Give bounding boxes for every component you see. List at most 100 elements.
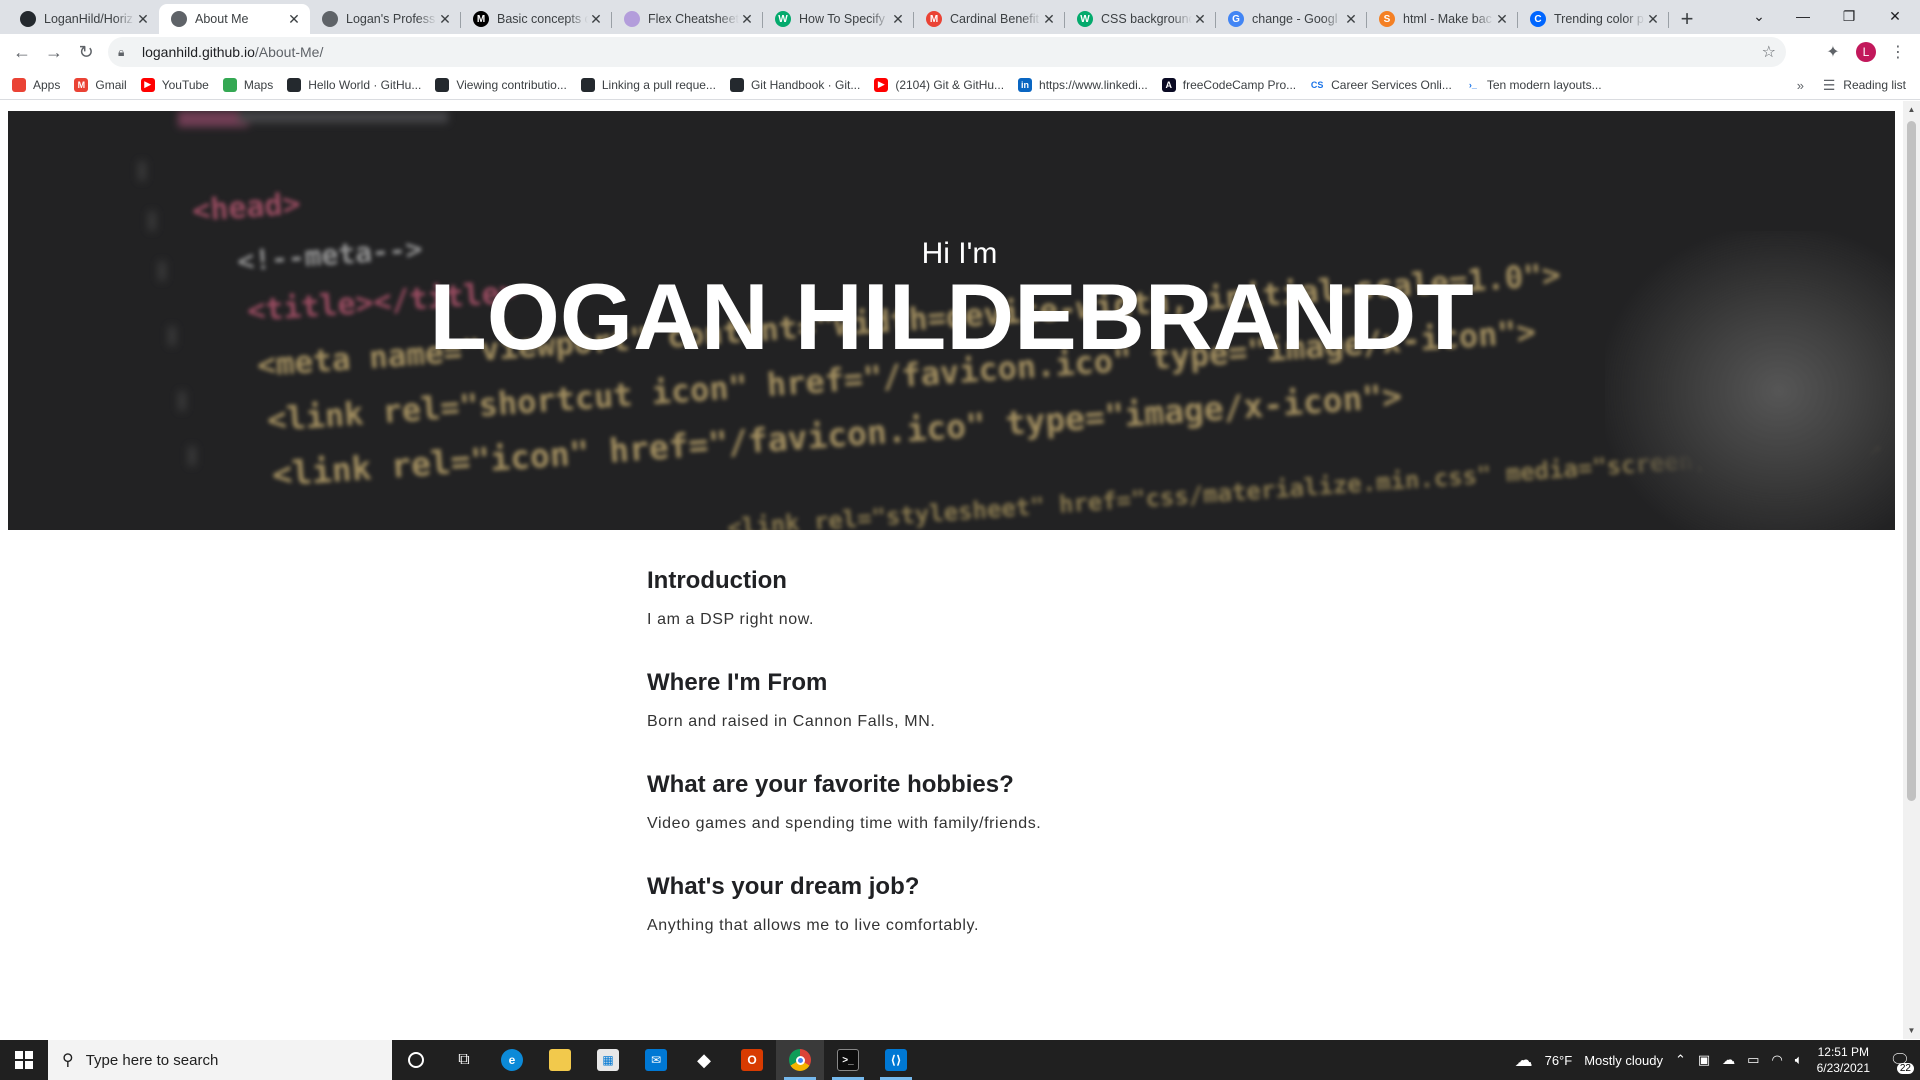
office-icon[interactable]: O bbox=[728, 1040, 776, 1080]
cortana-icon[interactable] bbox=[392, 1040, 440, 1080]
forward-arrow-icon[interactable]: → bbox=[38, 36, 70, 68]
bookmark-label: YouTube bbox=[161, 77, 209, 92]
restore-button[interactable]: ❐ bbox=[1826, 0, 1872, 32]
alienware-icon[interactable]: ◆ bbox=[680, 1040, 728, 1080]
tab-6[interactable]: W How To Specify ✕ bbox=[763, 4, 914, 34]
volume-icon[interactable]: 🔈︎ bbox=[1795, 1052, 1803, 1068]
file-explorer-icon[interactable] bbox=[536, 1040, 584, 1080]
about-content: Introduction I am a DSP right now. Where I… bbox=[647, 567, 1287, 975]
tab-close-icon[interactable]: ✕ bbox=[437, 11, 453, 28]
minimize-button[interactable]: — bbox=[1780, 0, 1826, 32]
profile-avatar[interactable]: L bbox=[1850, 36, 1882, 68]
section-heading: What's your dream job? bbox=[647, 873, 920, 900]
w3-icon: W bbox=[775, 11, 791, 27]
bookmark-item[interactable]: Apps bbox=[12, 77, 60, 92]
chrome-icon[interactable] bbox=[776, 1040, 824, 1080]
bookmark-item[interactable]: ▶ (2104) Git & GitHu... bbox=[874, 77, 1005, 92]
bookmark-item[interactable]: in https://www.linkedi... bbox=[1018, 77, 1148, 92]
wifi-icon[interactable]: ◠ bbox=[1771, 1052, 1782, 1068]
bookmark-item[interactable]: M Gmail bbox=[74, 77, 127, 92]
tab-close-icon[interactable]: ✕ bbox=[739, 11, 755, 28]
menu-kebab-icon[interactable]: ⋮ bbox=[1882, 36, 1914, 68]
scrollbar-thumb[interactable] bbox=[1907, 121, 1916, 801]
github-icon bbox=[20, 11, 36, 27]
bookmark-item[interactable]: Git Handbook · Git... bbox=[729, 77, 860, 92]
close-window-button[interactable]: ✕ bbox=[1872, 0, 1918, 32]
terminal-icon[interactable]: >_ bbox=[824, 1040, 872, 1080]
tab-close-icon[interactable]: ✕ bbox=[286, 11, 302, 28]
vscode-icon[interactable]: ⟨⟩ bbox=[872, 1040, 920, 1080]
tab-close-icon[interactable]: ✕ bbox=[890, 11, 906, 28]
tab-close-icon[interactable]: ✕ bbox=[1645, 11, 1661, 28]
tab-7[interactable]: M Cardinal Benefit ✕ bbox=[914, 4, 1065, 34]
tab-search-icon[interactable]: ⌄ bbox=[1736, 0, 1782, 32]
coolors-icon: C bbox=[1530, 11, 1546, 27]
onedrive-cloud-icon[interactable]: ☁ bbox=[1722, 1052, 1735, 1068]
bookmark-label: Hello World · GitHu... bbox=[308, 77, 422, 92]
tab-11[interactable]: C Trending color p ✕ bbox=[1518, 4, 1669, 34]
apps-icon bbox=[12, 77, 26, 92]
tab-1[interactable]: LoganHild/Horiz ✕ bbox=[8, 4, 159, 34]
page-scrollbar[interactable]: ▲ ▼ bbox=[1903, 101, 1920, 1039]
tab-close-icon[interactable]: ✕ bbox=[135, 11, 151, 28]
weather-condition[interactable]: Mostly cloudy bbox=[1584, 1053, 1663, 1068]
reload-icon[interactable]: ↻ bbox=[70, 36, 102, 68]
bookmark-item[interactable]: Linking a pull reque... bbox=[580, 77, 716, 92]
tab-5[interactable]: Flex Cheatsheet ✕ bbox=[612, 4, 763, 34]
tab-title: Cardinal Benefit bbox=[950, 12, 1039, 26]
tab-3[interactable]: Logan's Profess ✕ bbox=[310, 4, 461, 34]
tab-8[interactable]: W CSS background ✕ bbox=[1065, 4, 1216, 34]
bookmark-item[interactable]: Hello World · GitHu... bbox=[287, 77, 422, 92]
about-section: What's your dream job? Anything that allo… bbox=[647, 873, 1287, 935]
taskbar-search-box[interactable]: ⚲ Type here to search bbox=[48, 1040, 392, 1080]
tab-title: Flex Cheatsheet bbox=[648, 12, 739, 26]
tab-4[interactable]: M Basic concepts o ✕ bbox=[461, 4, 612, 34]
about-section: Introduction I am a DSP right now. bbox=[647, 567, 1287, 629]
tab-close-icon[interactable]: ✕ bbox=[1192, 11, 1208, 28]
w3-icon: W bbox=[1077, 11, 1093, 27]
bookmark-item[interactable]: AfreeCodeCamp Pro... bbox=[1161, 77, 1296, 92]
taskbar-clock[interactable]: 12:51 PM 6/23/2021 bbox=[1817, 1044, 1870, 1076]
tab-close-icon[interactable]: ✕ bbox=[1343, 11, 1359, 28]
github-icon bbox=[287, 77, 302, 92]
more-bookmarks-chevron-icon[interactable]: » bbox=[1797, 70, 1804, 100]
mail-icon[interactable]: ✉ bbox=[632, 1040, 680, 1080]
address-bar[interactable]: 🔒︎ loganhild.github.io/About-Me/ ☆ bbox=[108, 37, 1786, 67]
tab-close-icon[interactable]: ✕ bbox=[1041, 11, 1057, 28]
scroll-up-arrow-icon[interactable]: ▲ bbox=[1907, 105, 1916, 114]
show-hidden-icons-chevron-icon[interactable]: ⌃ bbox=[1675, 1052, 1686, 1068]
bookmark-label: (2104) Git & GitHu... bbox=[895, 77, 1005, 92]
bookmark-item[interactable]: Maps bbox=[222, 77, 273, 92]
weather-temperature[interactable]: 76°F bbox=[1545, 1053, 1573, 1068]
microsoft-store-icon[interactable]: ▦ bbox=[584, 1040, 632, 1080]
task-view-icon[interactable]: ⧉ bbox=[440, 1040, 488, 1080]
action-center-button[interactable]: 🗨︎ 22 bbox=[1880, 1040, 1920, 1080]
bookmark-item[interactable]: ›_ Ten modern layouts... bbox=[1465, 77, 1602, 92]
bookmark-label: https://www.linkedi... bbox=[1039, 77, 1148, 92]
reading-list-button[interactable]: ☰ Reading list bbox=[1823, 70, 1906, 100]
device-icon[interactable]: ▣ bbox=[1698, 1052, 1710, 1068]
edge-icon[interactable]: e bbox=[488, 1040, 536, 1080]
tab-9[interactable]: Gchange - Googl ✕ bbox=[1216, 4, 1367, 34]
address-path: /About-Me/ bbox=[254, 44, 324, 60]
tab-close-icon[interactable]: ✕ bbox=[1494, 11, 1510, 28]
tab-close-icon[interactable]: ✕ bbox=[588, 11, 604, 28]
bookmark-star-icon[interactable]: ☆ bbox=[1762, 42, 1776, 62]
tab-10[interactable]: Shtml - Make bac ✕ bbox=[1367, 4, 1518, 34]
tab-title: change - Googl bbox=[1252, 12, 1338, 26]
back-arrow-icon[interactable]: ← bbox=[6, 36, 38, 68]
bookmark-item[interactable]: ▶ YouTube bbox=[140, 77, 209, 92]
tab-title: CSS background bbox=[1101, 12, 1192, 26]
start-button[interactable] bbox=[0, 1040, 48, 1080]
tab-title: Basic concepts o bbox=[497, 12, 588, 26]
extensions-puzzle-icon[interactable]: ✦ bbox=[1817, 36, 1849, 68]
scroll-down-arrow-icon[interactable]: ▼ bbox=[1907, 1026, 1916, 1035]
new-tab-button[interactable]: + bbox=[1669, 4, 1705, 34]
tab-2[interactable]: About Me ✕ bbox=[159, 4, 310, 34]
section-heading: What are your favorite hobbies? bbox=[647, 771, 1014, 798]
bookmark-item[interactable]: CS Career Services Onli... bbox=[1310, 77, 1452, 92]
profile-initial: L bbox=[1856, 42, 1876, 62]
google-icon: G bbox=[1228, 11, 1244, 27]
bookmark-item[interactable]: Viewing contributio... bbox=[435, 77, 567, 92]
battery-icon[interactable]: ▭ bbox=[1747, 1052, 1759, 1068]
